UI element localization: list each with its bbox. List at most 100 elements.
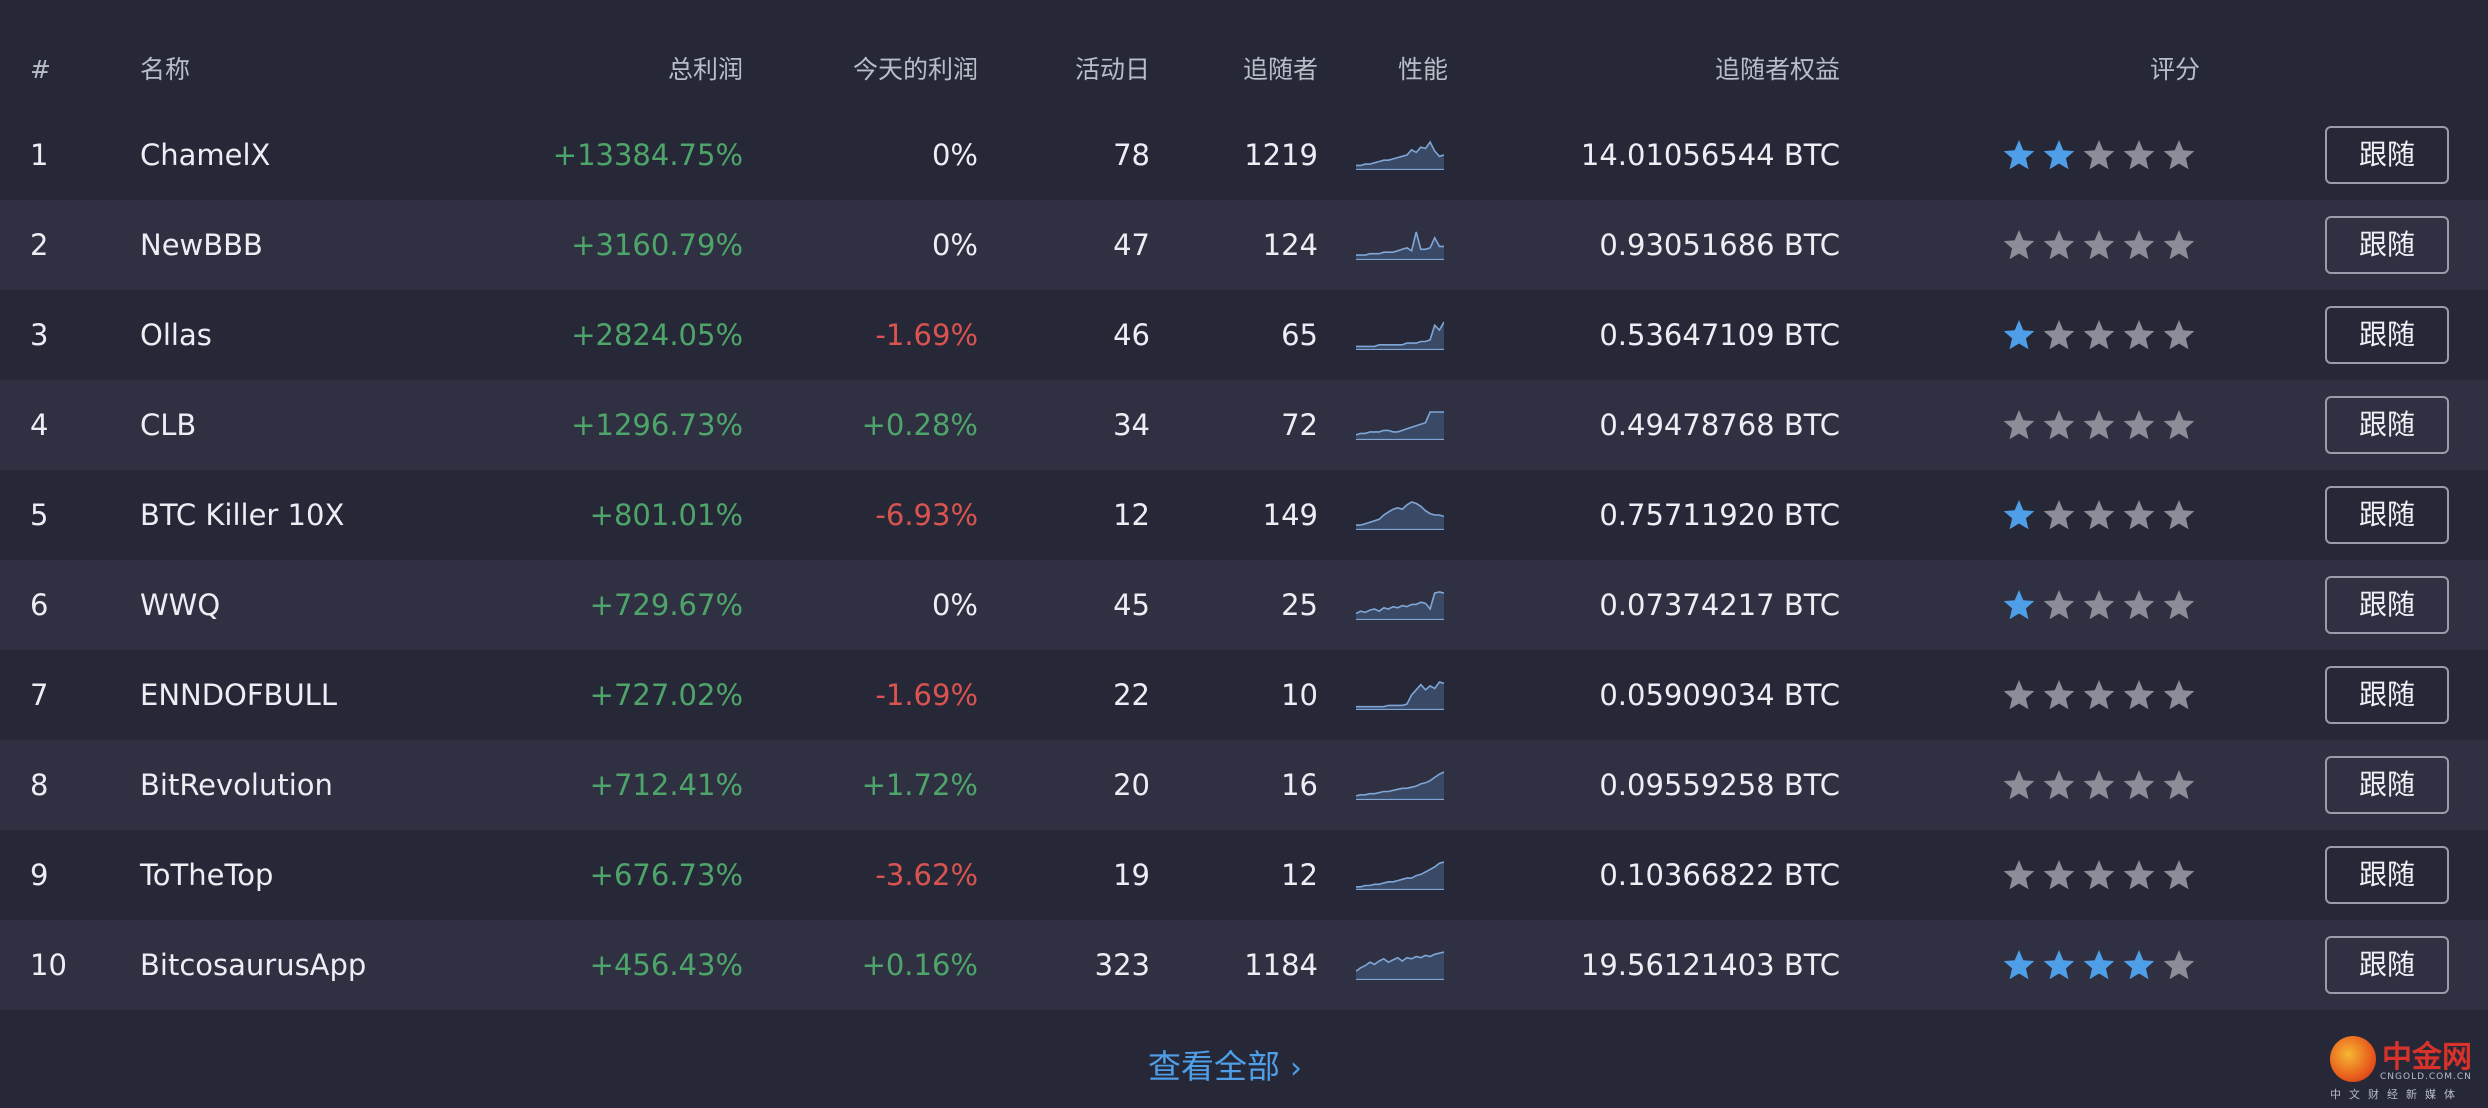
follow-button[interactable]: 跟随	[2325, 756, 2449, 814]
star-icon	[2083, 590, 2115, 620]
followers-count: 72	[1281, 408, 1318, 442]
sparkline-chart	[1356, 951, 1444, 980]
leaderboard-page: # 名称 总利润 今天的利润 活动日 追随者 性能 追随者权益 评分 1 Cham…	[0, 0, 2488, 1108]
performance-sparkline	[1356, 650, 1448, 740]
active-days: 34	[1113, 408, 1150, 442]
follow-button[interactable]: 跟随	[2325, 576, 2449, 634]
sparkline-chart	[1356, 231, 1444, 260]
star-icon	[2163, 320, 2195, 350]
star-icon	[2003, 950, 2035, 980]
star-rating	[2002, 588, 2196, 622]
star-icon	[2123, 770, 2155, 800]
trader-name[interactable]: BitcosaurusApp	[140, 920, 460, 1010]
follower-equity: 19.56121403 BTC	[1580, 948, 1840, 982]
table-row: 9 ToTheTop +676.73% -3.62% 19 12 0.10366822 BT…	[0, 830, 2488, 920]
trader-name[interactable]: BTC Killer 10X	[140, 470, 460, 560]
trader-name[interactable]: ChamelX	[140, 110, 460, 200]
follow-button-cell: 跟随	[2325, 110, 2451, 200]
rating-stars	[2002, 740, 2212, 830]
row-rank: 9	[30, 858, 49, 892]
star-icon	[2083, 500, 2115, 530]
today-profit: +0.28%	[861, 408, 978, 442]
performance-sparkline	[1356, 740, 1448, 830]
watermark-name: 中金网	[2382, 1040, 2472, 1075]
star-rating	[2002, 858, 2196, 892]
trader-name[interactable]: NewBBB	[140, 200, 460, 290]
header-active-days: 活动日	[1074, 55, 1150, 84]
active-days: 78	[1113, 138, 1150, 172]
total-profit: +456.43%	[589, 948, 743, 982]
trader-name[interactable]: WWQ	[140, 560, 460, 650]
trader-name[interactable]: Ollas	[140, 290, 460, 380]
follow-button[interactable]: 跟随	[2325, 666, 2449, 724]
star-icon	[2083, 770, 2115, 800]
star-icon	[2043, 230, 2075, 260]
star-icon	[2003, 320, 2035, 350]
trader-name[interactable]: ToTheTop	[140, 830, 460, 920]
rating-stars	[2002, 650, 2212, 740]
follow-button[interactable]: 跟随	[2325, 126, 2449, 184]
active-days: 47	[1113, 228, 1150, 262]
star-icon	[2003, 140, 2035, 170]
active-days: 20	[1113, 768, 1150, 802]
star-icon	[2003, 590, 2035, 620]
follower-equity: 0.53647109 BTC	[1599, 318, 1840, 352]
watermark-logo: 中金网 CNGOLD.COM.CN 中文财经新媒体	[2330, 1032, 2480, 1101]
view-all-label: 查看全部	[1148, 1047, 1280, 1086]
active-days: 46	[1113, 318, 1150, 352]
star-icon	[2043, 770, 2075, 800]
today-profit: +0.16%	[861, 948, 978, 982]
star-icon	[2163, 860, 2195, 890]
today-profit: -1.69%	[875, 678, 978, 712]
sparkline-area	[1356, 772, 1444, 800]
today-profit: -6.93%	[875, 498, 978, 532]
table-row: 8 BitRevolution +712.41% +1.72% 20 16 0.095592…	[0, 740, 2488, 830]
star-icon	[2043, 860, 2075, 890]
rating-stars	[2002, 470, 2212, 560]
star-icon	[2043, 680, 2075, 710]
row-rank: 5	[30, 498, 49, 532]
follow-button-cell: 跟随	[2325, 380, 2451, 470]
follower-equity: 0.49478768 BTC	[1599, 408, 1840, 442]
table-row: 7 ENNDOFBULL +727.02% -1.69% 22 10 0.05909034 …	[0, 650, 2488, 740]
total-profit: +676.73%	[589, 858, 743, 892]
performance-sparkline	[1356, 200, 1448, 290]
follow-button-cell: 跟随	[2325, 470, 2451, 560]
active-days: 19	[1113, 858, 1150, 892]
star-icon	[2043, 500, 2075, 530]
trader-name[interactable]: CLB	[140, 380, 460, 470]
followers-count: 25	[1281, 588, 1318, 622]
follow-button[interactable]: 跟随	[2325, 306, 2449, 364]
star-icon	[2083, 680, 2115, 710]
table-row: 2 NewBBB +3160.79% 0% 47 124 0.93051686 BTC 跟随	[0, 200, 2488, 290]
star-icon	[2163, 500, 2195, 530]
trader-name[interactable]: ENNDOFBULL	[140, 650, 460, 740]
table-row: 5 BTC Killer 10X +801.01% -6.93% 12 149 0.7571…	[0, 470, 2488, 560]
follow-button[interactable]: 跟随	[2325, 486, 2449, 544]
follow-button[interactable]: 跟随	[2325, 216, 2449, 274]
rating-stars	[2002, 380, 2212, 470]
view-all-link[interactable]: 查看全部 ›	[1148, 1040, 1302, 1088]
row-rank: 2	[30, 228, 49, 262]
follow-button[interactable]: 跟随	[2325, 396, 2449, 454]
trader-name[interactable]: BitRevolution	[140, 740, 460, 830]
sparkline-chart	[1356, 321, 1444, 350]
rating-stars	[2002, 560, 2212, 650]
row-rank: 8	[30, 768, 49, 802]
star-icon	[2123, 680, 2155, 710]
today-profit: +1.72%	[861, 768, 978, 802]
active-days: 22	[1113, 678, 1150, 712]
sparkline-chart	[1356, 771, 1444, 800]
star-icon	[2043, 950, 2075, 980]
star-rating	[2002, 678, 2196, 712]
total-profit: +2824.05%	[571, 318, 743, 352]
star-icon	[2123, 860, 2155, 890]
rating-stars	[2002, 110, 2212, 200]
follow-button[interactable]: 跟随	[2325, 936, 2449, 994]
star-icon	[2123, 500, 2155, 530]
today-profit: 0%	[931, 588, 978, 622]
follow-button[interactable]: 跟随	[2325, 846, 2449, 904]
total-profit: +1296.73%	[571, 408, 743, 442]
sparkline-chart	[1356, 591, 1444, 620]
followers-count: 149	[1262, 498, 1318, 532]
